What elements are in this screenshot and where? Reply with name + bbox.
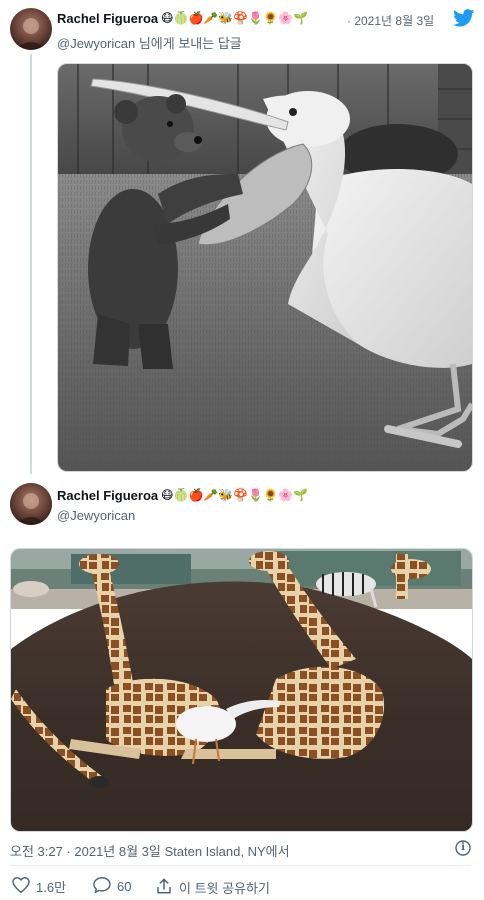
reply-to-text[interactable]: @Jewyorican 님에게 보내는 답글 [57, 33, 242, 52]
author-emojis: 😷🍈🍎🥕🐝🍄🌷🌻🌸🌱 [161, 488, 308, 502]
share-button[interactable]: 이 트윗 공유하기 [155, 877, 270, 898]
tweet-date[interactable]: · 2021년 8월 3일 [347, 12, 434, 29]
author-handle[interactable]: @Jewyorican [57, 508, 135, 523]
heart-icon [12, 876, 30, 896]
reply-bubble-icon [93, 876, 111, 896]
author-emojis: 😷🍈🍎🥕🐝🍄🌷🌻🌸🌱 [161, 11, 308, 25]
share-icon [155, 877, 173, 898]
author-name[interactable]: Rachel Figueroa [57, 11, 158, 26]
twitter-bird-icon[interactable] [453, 9, 475, 29]
thread-connector-line [30, 54, 32, 474]
tweet-header: Rachel Figueroa 😷🍈🍎🥕🐝🍄🌷🌻🌸🌱 [57, 488, 477, 508]
author-name[interactable]: Rachel Figueroa [57, 488, 158, 503]
divider [10, 865, 471, 866]
tweet-timestamp[interactable]: 오전 3:27 · 2021년 8월 3일 Staten Island, NY에… [10, 841, 290, 860]
avatar[interactable] [10, 8, 52, 50]
tweet-photo-giraffes-pelican[interactable] [10, 548, 473, 832]
avatar[interactable] [10, 483, 52, 525]
like-count: 1.6만 [36, 880, 67, 895]
tweet-photo-bear-pelican[interactable] [57, 63, 473, 472]
reply-button[interactable]: 60 [93, 876, 132, 896]
share-label: 이 트윗 공유하기 [179, 881, 270, 896]
reply-count: 60 [117, 879, 132, 894]
tweet-header: Rachel Figueroa 😷🍈🍎🥕🐝🍄🌷🌻🌸🌱 · 2021년 8월 3일 [57, 9, 477, 31]
info-icon[interactable]: i [455, 840, 471, 856]
info-glyph: i [461, 842, 465, 853]
like-button[interactable]: 1.6만 [12, 876, 67, 896]
